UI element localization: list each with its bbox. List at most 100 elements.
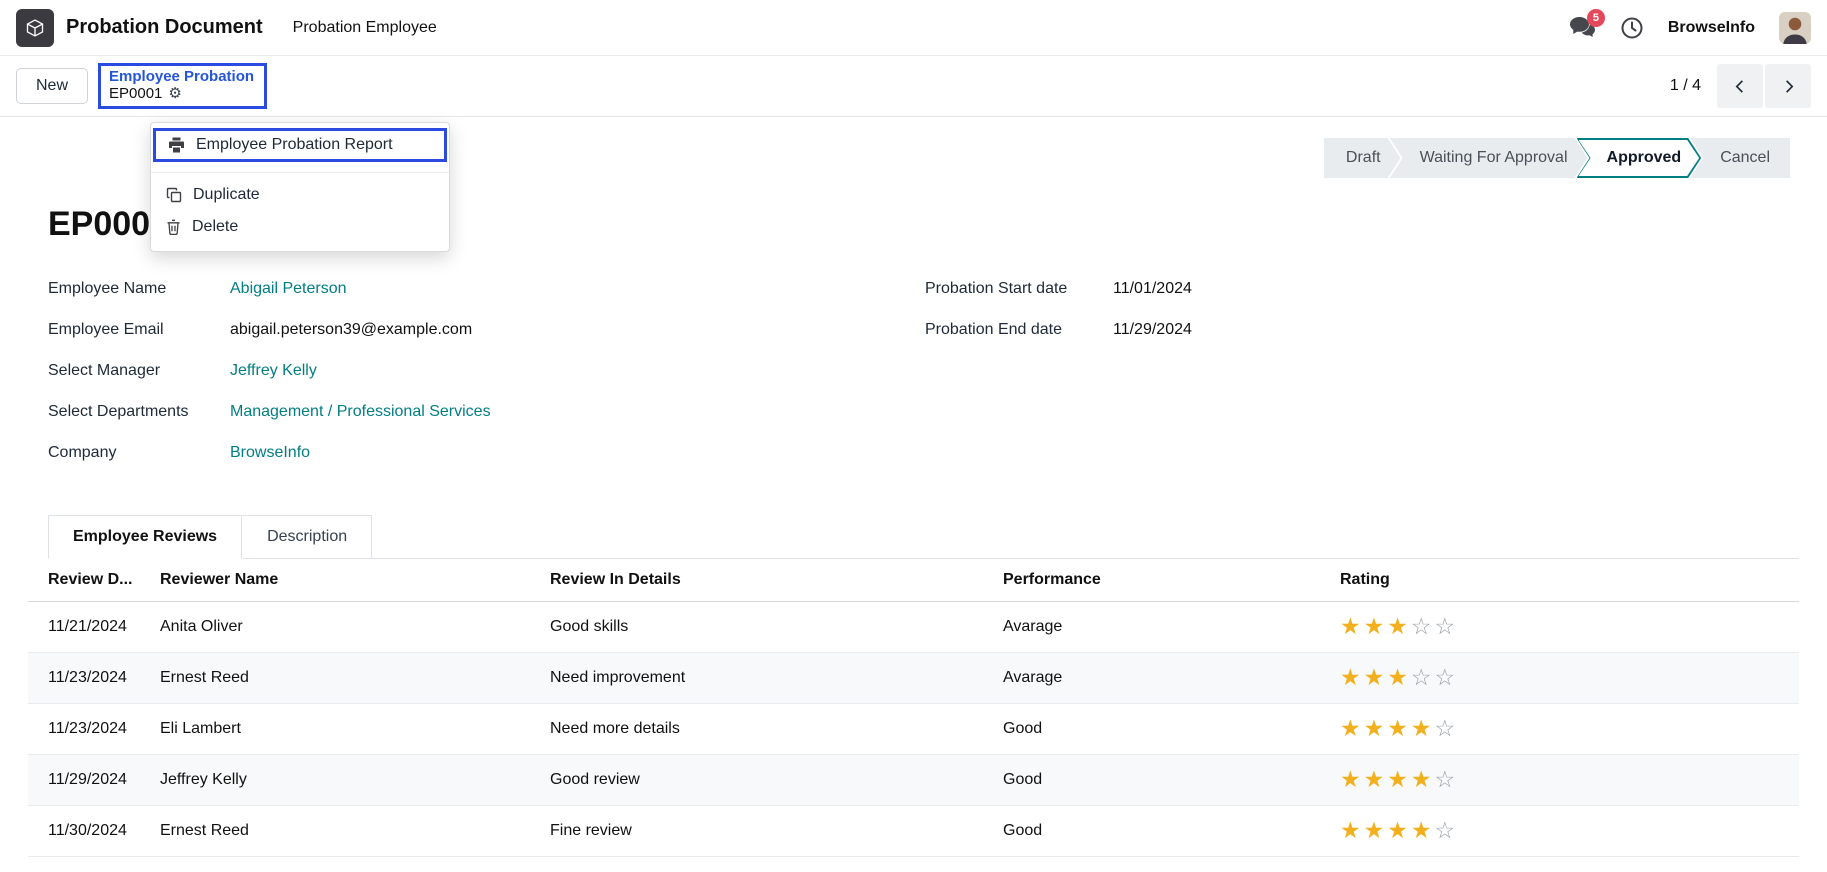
star-filled-icon[interactable]: ★ <box>1340 613 1364 639</box>
star-filled-icon[interactable]: ★ <box>1387 613 1411 639</box>
star-filled-icon[interactable]: ★ <box>1411 817 1435 843</box>
chevron-right-icon <box>1781 79 1796 94</box>
status-step-cancel[interactable]: Cancel <box>1690 138 1790 178</box>
star-empty-icon[interactable]: ☆ <box>1435 664 1459 690</box>
action-menu-gear-icon[interactable]: ⚙ <box>168 86 181 101</box>
reviewer-name-cell: Jeffrey Kelly <box>160 755 550 806</box>
status-step-waiting[interactable]: Waiting For Approval <box>1390 138 1588 178</box>
menu-item-employee-probation-report[interactable]: Employee Probation Report <box>156 131 444 159</box>
rating-stars[interactable]: ★★★★☆ <box>1340 817 1458 843</box>
employee-name-link[interactable]: Abigail Peterson <box>230 280 347 298</box>
employee-email-value[interactable]: abigail.peterson39@example.com <box>230 321 472 339</box>
rating-stars[interactable]: ★★★☆☆ <box>1340 664 1458 690</box>
star-empty-icon[interactable]: ☆ <box>1411 613 1435 639</box>
nav-menu-probation-employee[interactable]: Probation Employee <box>293 19 437 37</box>
performance-cell: Avarage <box>1003 653 1340 704</box>
star-filled-icon[interactable]: ★ <box>1364 664 1388 690</box>
menu-item-delete[interactable]: Delete <box>151 211 449 243</box>
field-select-manager: Select Manager Jeffrey Kelly <box>48 362 925 380</box>
star-filled-icon[interactable]: ★ <box>1340 664 1364 690</box>
star-empty-icon[interactable]: ☆ <box>1411 664 1435 690</box>
table-row[interactable]: 11/29/2024 Jeffrey Kelly Good review Goo… <box>28 755 1799 806</box>
field-label: Select Departments <box>48 403 230 421</box>
table-row[interactable]: 11/30/2024 Ernest Reed Fine review Good … <box>28 806 1799 857</box>
field-label: Company <box>48 444 230 462</box>
star-filled-icon[interactable]: ★ <box>1387 715 1411 741</box>
review-details-cell: Need improvement <box>550 653 1003 704</box>
tab-description[interactable]: Description <box>242 515 372 559</box>
rating-cell: ★★★☆☆ <box>1340 602 1799 653</box>
star-filled-icon[interactable]: ★ <box>1364 766 1388 792</box>
star-filled-icon[interactable]: ★ <box>1340 715 1364 741</box>
table-row[interactable]: 11/21/2024 Anita Oliver Good skills Avar… <box>28 602 1799 653</box>
company-switcher[interactable]: BrowseInfo <box>1668 19 1755 37</box>
star-filled-icon[interactable]: ★ <box>1411 715 1435 741</box>
reviewer-name-cell: Ernest Reed <box>160 653 550 704</box>
breadcrumb-parent-link[interactable]: Employee Probation <box>109 68 254 85</box>
header-rating[interactable]: Rating <box>1340 559 1799 602</box>
star-filled-icon[interactable]: ★ <box>1364 817 1388 843</box>
printer-icon <box>168 137 185 153</box>
menu-item-label: Duplicate <box>193 186 260 204</box>
field-probation-end-date: Probation End date 11/29/2024 <box>925 321 1799 339</box>
reviewer-name-cell: Ernest Reed <box>160 806 550 857</box>
star-empty-icon[interactable]: ☆ <box>1435 817 1459 843</box>
rating-stars[interactable]: ★★★★☆ <box>1340 766 1458 792</box>
header-performance[interactable]: Performance <box>1003 559 1340 602</box>
star-empty-icon[interactable]: ☆ <box>1435 766 1459 792</box>
performance-cell: Avarage <box>1003 602 1340 653</box>
rating-cell: ★★★☆☆ <box>1340 653 1799 704</box>
activities-button[interactable] <box>1620 16 1644 40</box>
new-button[interactable]: New <box>16 68 88 104</box>
status-step-draft[interactable]: Draft <box>1324 138 1401 178</box>
pager-next-button[interactable] <box>1765 64 1811 108</box>
header-reviewer-name[interactable]: Reviewer Name <box>160 559 550 602</box>
star-filled-icon[interactable]: ★ <box>1387 664 1411 690</box>
performance-cell: Good <box>1003 806 1340 857</box>
star-empty-icon[interactable]: ☆ <box>1435 715 1459 741</box>
table-row[interactable]: 11/23/2024 Ernest Reed Need improvement … <box>28 653 1799 704</box>
field-employee-email: Employee Email abigail.peterson39@exampl… <box>48 321 925 339</box>
table-row[interactable]: 11/23/2024 Eli Lambert Need more details… <box>28 704 1799 755</box>
manager-link[interactable]: Jeffrey Kelly <box>230 362 317 380</box>
header-review-date[interactable]: Review D... <box>28 559 160 602</box>
star-filled-icon[interactable]: ★ <box>1340 817 1364 843</box>
app-name[interactable]: Probation Document <box>66 16 263 39</box>
rating-stars[interactable]: ★★★★☆ <box>1340 715 1458 741</box>
pager-previous-button[interactable] <box>1717 64 1763 108</box>
departments-link[interactable]: Management / Professional Services <box>230 403 491 421</box>
performance-cell: Good <box>1003 755 1340 806</box>
star-empty-icon[interactable]: ☆ <box>1435 613 1459 639</box>
performance-cell: Good <box>1003 704 1340 755</box>
header-review-in-details[interactable]: Review In Details <box>550 559 1003 602</box>
form-sheet: EP0001 Employee Name Abigail Peterson Em… <box>0 205 1827 857</box>
star-filled-icon[interactable]: ★ <box>1387 817 1411 843</box>
messages-button[interactable]: 5 <box>1569 16 1596 39</box>
rating-stars[interactable]: ★★★☆☆ <box>1340 613 1458 639</box>
star-filled-icon[interactable]: ★ <box>1411 766 1435 792</box>
navbar-right: 5 BrowseInfo <box>1569 12 1811 44</box>
star-filled-icon[interactable]: ★ <box>1364 613 1388 639</box>
tab-employee-reviews[interactable]: Employee Reviews <box>48 515 242 559</box>
probation-start-date-value[interactable]: 11/01/2024 <box>1113 280 1192 298</box>
probation-end-date-value[interactable]: 11/29/2024 <box>1113 321 1192 339</box>
review-date-cell: 11/23/2024 <box>28 704 160 755</box>
form-fields: Employee Name Abigail Peterson Employee … <box>28 280 1799 485</box>
review-details-cell: Good review <box>550 755 1003 806</box>
field-probation-start-date: Probation Start date 11/01/2024 <box>925 280 1799 298</box>
user-avatar[interactable] <box>1779 12 1811 44</box>
cube-icon <box>25 18 45 38</box>
star-filled-icon[interactable]: ★ <box>1364 715 1388 741</box>
company-link[interactable]: BrowseInfo <box>230 444 310 462</box>
app-icon[interactable] <box>16 9 54 47</box>
reviewer-name-cell: Eli Lambert <box>160 704 550 755</box>
star-filled-icon[interactable]: ★ <box>1340 766 1364 792</box>
star-filled-icon[interactable]: ★ <box>1387 766 1411 792</box>
menu-item-duplicate[interactable]: Duplicate <box>151 179 449 211</box>
fields-right-column: Probation Start date 11/01/2024 Probatio… <box>925 280 1799 485</box>
status-label: Draft <box>1346 149 1381 167</box>
pager <box>1717 64 1811 108</box>
status-step-approved[interactable]: Approved <box>1577 138 1702 178</box>
review-details-cell: Good skills <box>550 602 1003 653</box>
reviewer-name-cell: Anita Oliver <box>160 602 550 653</box>
